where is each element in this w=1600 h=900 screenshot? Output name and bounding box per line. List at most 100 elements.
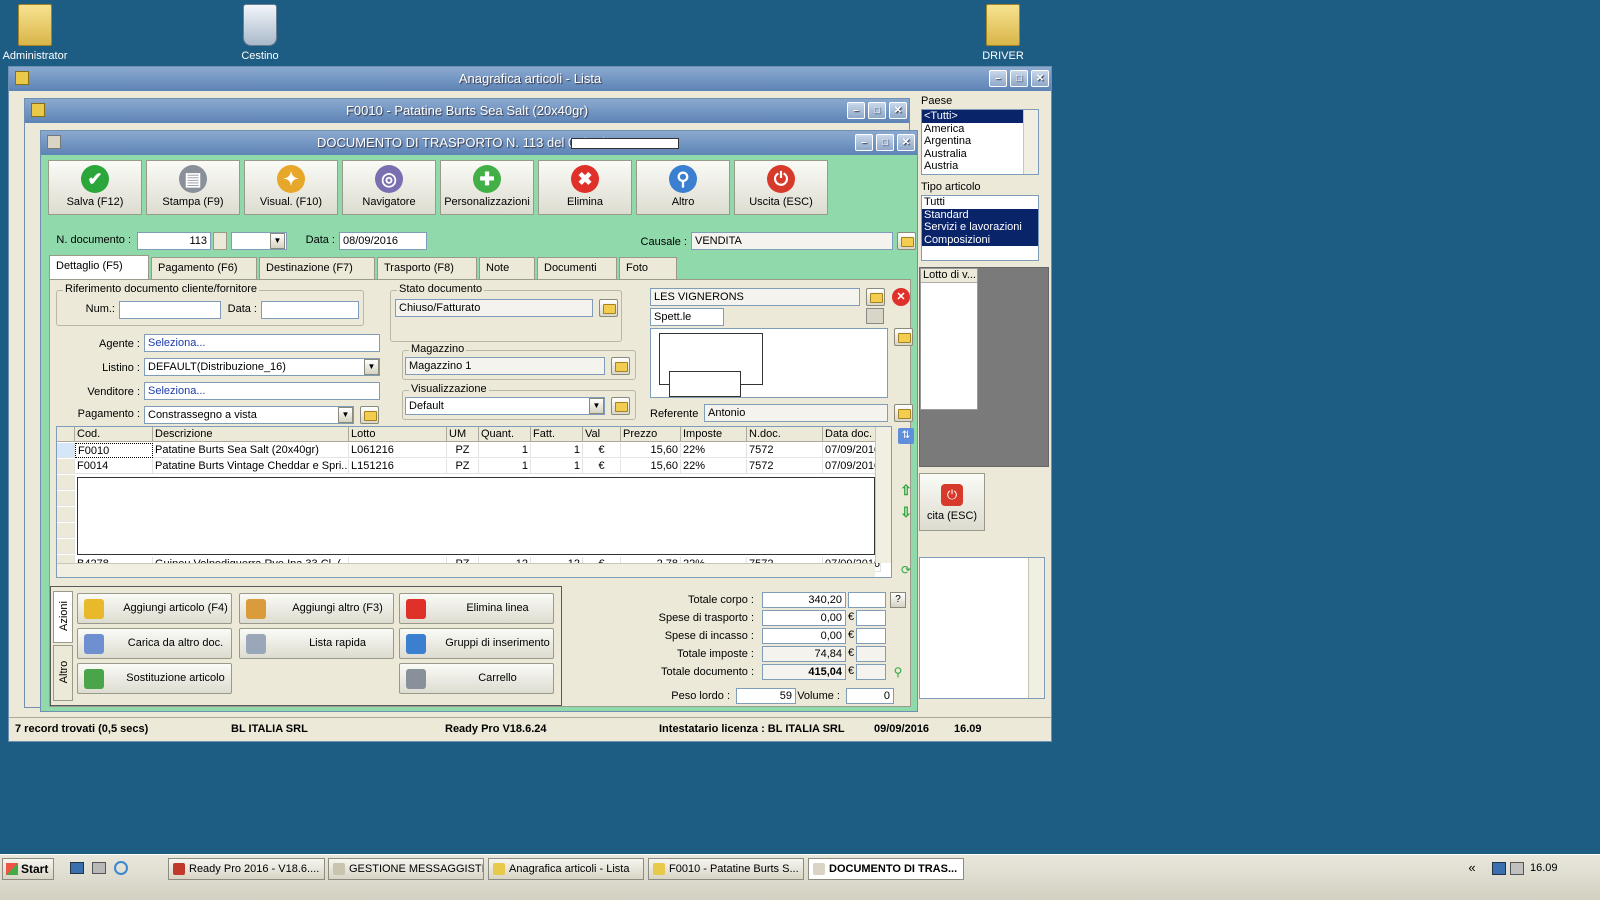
column-header[interactable]: Lotto	[349, 427, 447, 442]
arrow-up-icon[interactable]: ⇧	[898, 482, 914, 498]
list-item[interactable]: <Tutti>	[922, 110, 1038, 123]
column-header[interactable]: Descrizione	[153, 427, 349, 442]
table-cell[interactable]: €	[583, 459, 621, 474]
notes-box[interactable]	[919, 557, 1045, 699]
spese-incasso-field[interactable]: 0,00	[762, 628, 846, 644]
toolbar-button-elimina[interactable]: ✖ Elimina	[538, 160, 632, 215]
action-button-aggiungi-articolo-f4[interactable]: Aggiungi articolo (F4)	[77, 593, 232, 624]
close-icon[interactable]: ✕	[1031, 70, 1049, 87]
maximize-icon[interactable]: □	[1010, 70, 1028, 87]
minimize-icon[interactable]: –	[855, 134, 873, 151]
table-cell[interactable]: 1	[479, 443, 531, 458]
network-icon[interactable]	[1492, 862, 1506, 875]
table-cell[interactable]: F0014	[75, 459, 153, 474]
titlebar[interactable]: DOCUMENTO DI TRASPORTO N. 113 del 08/09/…	[41, 131, 917, 155]
righe-grid[interactable]: Cod. Descrizione Lotto UM Quant. Fatt. Val Prez…	[56, 426, 892, 578]
chevron-down-icon[interactable]: ▼	[338, 407, 353, 423]
num-field[interactable]	[119, 301, 221, 319]
list-item[interactable]: America	[922, 123, 1038, 136]
folder-icon[interactable]	[897, 232, 916, 250]
scrollbar[interactable]	[1023, 110, 1038, 174]
list-item[interactable]: Composizioni	[922, 233, 1038, 246]
vertical-scrollbar[interactable]	[875, 427, 891, 563]
address-box[interactable]	[650, 328, 888, 398]
list-item[interactable]: Standard	[922, 208, 1038, 221]
list-exit-button[interactable]: ⏻ cita (ESC)	[919, 473, 985, 531]
taskbar-button[interactable]: F0010 - Patatine Burts S...	[648, 858, 804, 880]
table-cell[interactable]: 07/09/2016	[823, 459, 881, 474]
volume-field[interactable]: 0	[846, 688, 894, 704]
maximize-icon[interactable]: □	[868, 102, 886, 119]
spese-trasporto-field[interactable]: 0,00	[762, 610, 846, 626]
minimize-icon[interactable]: –	[989, 70, 1007, 87]
desktop-icon-recycle-bin[interactable]: Cestino	[225, 4, 295, 62]
table-cell[interactable]: 15,60	[621, 459, 681, 474]
action-button-carrello[interactable]: Carrello	[399, 663, 554, 694]
browser-icon[interactable]	[114, 861, 128, 875]
desktop-icon-administrator[interactable]: Administrator	[0, 4, 70, 62]
column-header[interactable]: Prezzo	[621, 427, 681, 442]
lotto-grid[interactable]: Lotto di v...	[920, 268, 978, 410]
folder-icon[interactable]	[360, 406, 379, 424]
table-cell[interactable]: Patatine Burts Sea Salt (20x40gr)	[153, 443, 349, 458]
tab-pagamento[interactable]: Pagamento (F6)	[151, 257, 257, 279]
toolbar-button-stampa-f9[interactable]: ▤ Stampa (F9)	[146, 160, 240, 215]
list-item[interactable]: Argentina	[922, 135, 1038, 148]
list-item[interactable]: Tutti	[922, 196, 1038, 209]
stato-field[interactable]: Chiuso/Fatturato	[395, 299, 593, 317]
list-item[interactable]: Austria	[922, 160, 1038, 173]
titlebar[interactable]: Anagrafica articoli - Lista – □ ✕	[9, 67, 1051, 91]
maximize-icon[interactable]: □	[876, 134, 894, 151]
tipo-articolo-listbox[interactable]: Tutti Standard Servizi e lavorazioni Com…	[921, 195, 1039, 261]
causale-field[interactable]: VENDITA	[691, 232, 893, 250]
tab-destinazione[interactable]: Destinazione (F7)	[259, 257, 375, 279]
help-button[interactable]: ?	[890, 592, 906, 608]
venditore-field[interactable]: Seleziona...	[144, 382, 380, 400]
table-cell[interactable]: 7572	[747, 459, 823, 474]
sort-icon[interactable]: ⇅	[898, 428, 914, 444]
volume-muted-icon[interactable]	[1510, 862, 1524, 875]
horizontal-scrollbar[interactable]	[57, 563, 875, 577]
tab-note[interactable]: Note	[479, 257, 535, 279]
column-header[interactable]: Imposte	[681, 427, 747, 442]
folder-icon[interactable]	[611, 397, 630, 415]
folder-icon[interactable]	[894, 404, 913, 422]
arrow-down-icon[interactable]: ⇩	[898, 504, 914, 520]
printer-icon[interactable]	[866, 308, 884, 324]
refresh-icon[interactable]: ⟳	[898, 562, 914, 578]
start-button[interactable]: Start	[2, 858, 54, 880]
visualizzazione-select[interactable]: Default	[405, 397, 605, 415]
table-cell[interactable]: L151216	[349, 459, 447, 474]
toolbar-button-altro[interactable]: ⚲ Altro	[636, 160, 730, 215]
action-button-lista-rapida[interactable]: Lista rapida	[239, 628, 394, 659]
tab-foto[interactable]: Foto	[619, 257, 677, 279]
toolbar-button-uscita-esc[interactable]: ⏻ Uscita (ESC)	[734, 160, 828, 215]
cliente-name-field[interactable]: LES VIGNERONS	[650, 288, 860, 306]
toolbar-button-personalizzazioni[interactable]: ✚ Personalizzazioni	[440, 160, 534, 215]
table-cell[interactable]: PZ	[447, 459, 479, 474]
taskbar-button[interactable]: Anagrafica articoli - Lista	[488, 858, 644, 880]
pagamento-select[interactable]: Constrassegno a vista	[144, 406, 354, 424]
spett-field[interactable]: Spett.le	[650, 308, 724, 326]
table-cell[interactable]: 1	[531, 459, 583, 474]
remove-cliente-icon[interactable]: ✕	[892, 288, 910, 306]
clock[interactable]: 16.09	[1530, 862, 1558, 874]
table-cell[interactable]: 22%	[681, 443, 747, 458]
column-header[interactable]: Cod.	[75, 427, 153, 442]
scrollbar[interactable]	[1028, 558, 1044, 698]
toolbar-button-salva-f12[interactable]: ✔ Salva (F12)	[48, 160, 142, 215]
tray-expand-button[interactable]: «	[1462, 858, 1482, 880]
action-button-carica-da-altro-doc[interactable]: Carica da altro doc.	[77, 628, 232, 659]
close-icon[interactable]: ✕	[889, 102, 907, 119]
column-header[interactable]: Val	[583, 427, 621, 442]
column-header[interactable]: Fatt.	[531, 427, 583, 442]
desktop-icon-driver[interactable]: DRIVER	[968, 4, 1038, 62]
listino-select[interactable]: DEFAULT(Distribuzione_16)	[144, 358, 380, 376]
agente-field[interactable]: Seleziona...	[144, 334, 380, 352]
data-field[interactable]: 08/09/2016	[339, 232, 427, 250]
action-button-aggiungi-altro-f3[interactable]: Aggiungi altro (F3)	[239, 593, 394, 624]
folder-icon[interactable]	[599, 299, 618, 317]
taskbar-button[interactable]: DOCUMENTO DI TRAS...	[808, 858, 964, 880]
table-cell[interactable]: PZ	[447, 443, 479, 458]
folder-icon[interactable]	[611, 357, 630, 375]
